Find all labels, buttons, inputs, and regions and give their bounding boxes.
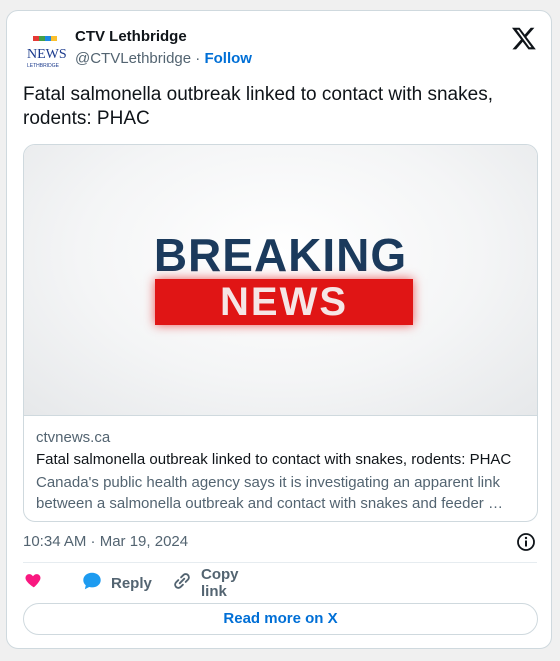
news-text: NEWS	[220, 280, 348, 324]
reply-button[interactable]: Reply	[81, 571, 152, 595]
embedded-post-card: NEWS LETHBRIDGE CTV Lethbridge @CTVLethb…	[6, 10, 552, 649]
post-text: Fatal salmonella outbreak linked to cont…	[23, 84, 493, 129]
reply-label: Reply	[111, 574, 152, 592]
link-description: Canada's public health agency says it is…	[36, 474, 503, 512]
link-icon	[171, 570, 193, 597]
divider	[23, 562, 537, 563]
link-domain: ctvnews.ca	[36, 429, 111, 446]
ctv-news-lethbridge-logo[interactable]: NEWS LETHBRIDGE	[25, 31, 69, 71]
author-handle[interactable]: @CTVLethbridge	[75, 50, 191, 67]
like-button[interactable]	[23, 571, 45, 595]
heart-icon	[23, 570, 45, 597]
post-header: NEWS LETHBRIDGE CTV Lethbridge @CTVLethb…	[23, 25, 537, 69]
info-icon[interactable]	[516, 532, 536, 552]
author-handle-row: @CTVLethbridge · Follow	[75, 50, 252, 67]
follow-link[interactable]: Follow	[204, 50, 252, 67]
reply-icon	[81, 570, 103, 597]
copy-link-button[interactable]: Copy link	[171, 566, 239, 600]
link-title: Fatal salmonella outbreak linked to cont…	[36, 451, 512, 468]
breaking-news-image: BREAKING NEWS	[24, 145, 537, 416]
author-name[interactable]: CTV Lethbridge	[75, 28, 187, 45]
post-timestamp[interactable]: 10:34 AM · Mar 19, 2024	[23, 533, 188, 550]
separator-dot: ·	[195, 50, 201, 67]
read-more-button[interactable]: Read more on X	[23, 603, 538, 635]
svg-text:LETHBRIDGE: LETHBRIDGE	[27, 63, 60, 69]
x-logo-icon[interactable]	[511, 25, 537, 51]
link-preview-card[interactable]: BREAKING NEWS ctvnews.ca Fatal salmonell…	[23, 144, 538, 522]
breaking-text: BREAKING	[153, 229, 408, 281]
svg-text:NEWS: NEWS	[27, 47, 67, 62]
news-banner: NEWS	[155, 279, 413, 325]
copy-link-label: Copy link	[201, 566, 239, 600]
